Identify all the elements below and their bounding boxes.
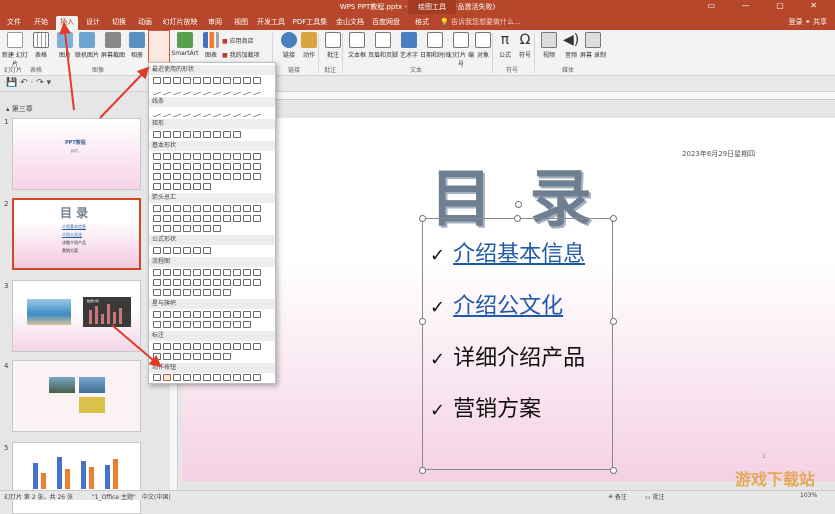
status-bar: 幻灯片 第 2 张，共 26 张 "1_Office 主题" 中文(中国) ≙ … (0, 490, 835, 501)
arrow-to-insert-tab (59, 22, 75, 111)
watermark-logo: 游戏下载站 (735, 470, 816, 489)
arrow-to-action-button (111, 324, 162, 368)
arrow-to-shapes-button (99, 66, 150, 119)
zoom-level[interactable]: 103% (800, 492, 817, 499)
tutorial-arrows (59, 22, 162, 368)
